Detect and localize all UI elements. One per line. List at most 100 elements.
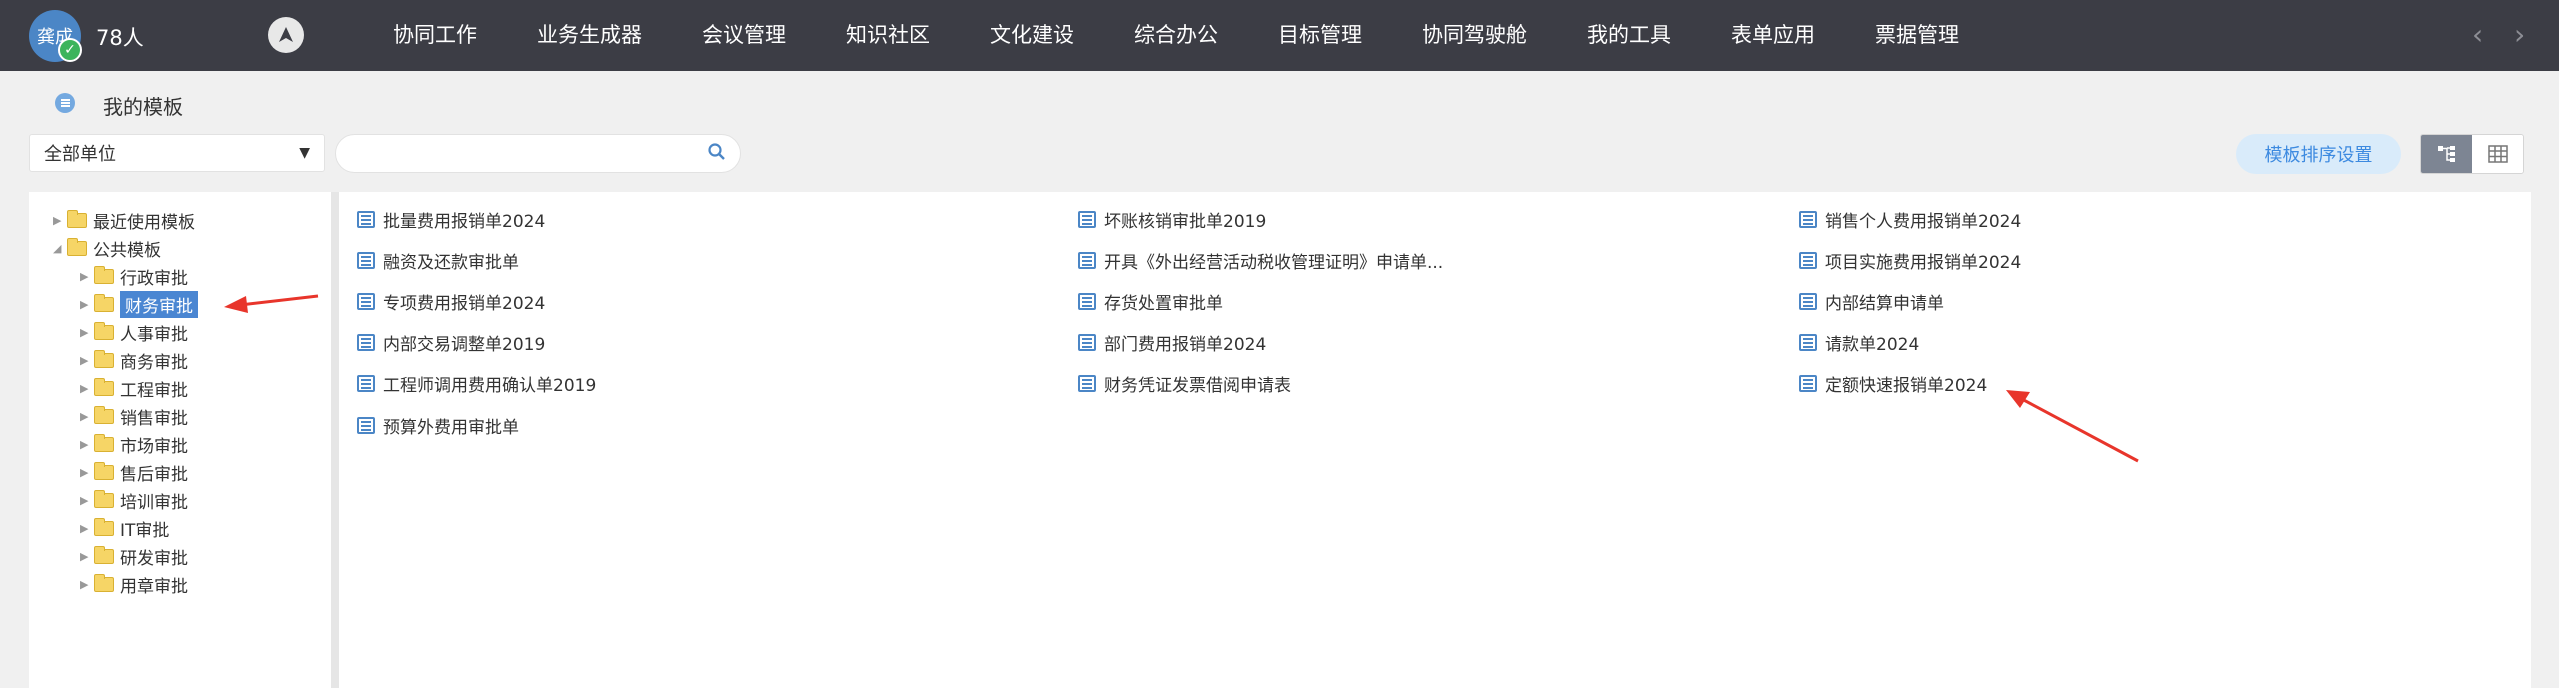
- expand-arrow-icon[interactable]: ▶: [80, 410, 94, 423]
- template-item[interactable]: 财务凭证发票借阅申请表: [1078, 370, 1291, 396]
- folder-open-icon: [67, 237, 87, 256]
- tree-node-after-sales[interactable]: ▶ 售后审批: [80, 459, 188, 485]
- tree-node-business[interactable]: ▶ 商务审批: [80, 347, 188, 373]
- page-title: 我的模板: [103, 95, 183, 119]
- form-icon: [1078, 333, 1096, 351]
- template-tree: ▶ 最近使用模板 ◢ 公共模板 ▶ 行政审批 ▶ 财务审批 ▶ 人事审批 ▶ 商务审批 …: [29, 192, 331, 688]
- tree-node-sales[interactable]: ▶ 销售审批: [80, 403, 188, 429]
- expand-arrow-icon[interactable]: ▶: [80, 298, 94, 311]
- grid-view-icon[interactable]: [2472, 135, 2523, 173]
- tree-node-it[interactable]: ▶ IT审批: [80, 515, 169, 541]
- template-item[interactable]: 内部结算申请单: [1799, 288, 1944, 314]
- template-item[interactable]: 融资及还款审批单: [357, 247, 519, 273]
- nav-item-invoices[interactable]: 票据管理: [1845, 0, 1989, 71]
- template-label: 内部结算申请单: [1825, 293, 1944, 314]
- unit-select-value: 全部单位: [44, 144, 116, 165]
- expand-arrow-icon[interactable]: ▶: [80, 326, 94, 339]
- expand-arrow-icon[interactable]: ▶: [80, 578, 94, 591]
- nav-item-meeting[interactable]: 会议管理: [672, 0, 816, 71]
- nav-item-goals[interactable]: 目标管理: [1248, 0, 1392, 71]
- tree-node-admin[interactable]: ▶ 行政审批: [80, 263, 188, 289]
- tree-node-hr[interactable]: ▶ 人事审批: [80, 319, 188, 345]
- tree-node-marketing[interactable]: ▶ 市场审批: [80, 431, 188, 457]
- template-label: 内部交易调整单2019: [383, 334, 546, 355]
- expand-arrow-icon[interactable]: ▶: [53, 214, 67, 227]
- online-check-icon: ✓: [58, 38, 82, 62]
- tree-node-engineering[interactable]: ▶ 工程审批: [80, 375, 188, 401]
- template-label: 项目实施费用报销单2024: [1825, 252, 2022, 273]
- folder-icon: [94, 573, 114, 592]
- form-icon: [1078, 210, 1096, 228]
- form-icon: [1799, 374, 1817, 392]
- tree-label: 市场审批: [120, 436, 188, 457]
- tree-label: 最近使用模板: [93, 212, 195, 233]
- template-item[interactable]: 销售个人费用报销单2024: [1799, 206, 2021, 232]
- form-icon: [1078, 374, 1096, 392]
- view-toggle: [2420, 134, 2524, 174]
- template-label: 请款单2024: [1825, 334, 1920, 355]
- nav-item-my-tools[interactable]: 我的工具: [1557, 0, 1701, 71]
- template-item[interactable]: 请款单2024: [1799, 329, 1919, 355]
- tree-node-public[interactable]: ◢ 公共模板: [53, 235, 161, 261]
- folder-icon: [94, 321, 114, 340]
- template-item[interactable]: 项目实施费用报销单2024: [1799, 247, 2021, 273]
- tree-node-finance[interactable]: ▶ 财务审批: [80, 290, 198, 318]
- tree-view-icon[interactable]: [2421, 135, 2472, 173]
- nav-item-collab[interactable]: 协同工作: [363, 0, 507, 71]
- tree-label: 工程审批: [120, 380, 188, 401]
- tree-node-training[interactable]: ▶ 培训审批: [80, 487, 188, 513]
- template-item[interactable]: 专项费用报销单2024: [357, 288, 545, 314]
- nav-item-cockpit[interactable]: 协同驾驶舱: [1392, 0, 1557, 71]
- folder-icon: [94, 545, 114, 564]
- template-item[interactable]: 预算外费用审批单: [357, 412, 519, 438]
- template-label: 销售个人费用报销单2024: [1825, 211, 2022, 232]
- template-label: 部门费用报销单2024: [1104, 334, 1267, 355]
- search-icon[interactable]: [708, 143, 726, 166]
- tree-node-rnd[interactable]: ▶ 研发审批: [80, 543, 188, 569]
- nav-prev-arrow-icon[interactable]: ‹: [2472, 18, 2483, 51]
- template-item[interactable]: 部门费用报销单2024: [1078, 329, 1266, 355]
- template-sort-button[interactable]: 模板排序设置: [2236, 134, 2401, 174]
- expand-arrow-icon[interactable]: ▶: [80, 382, 94, 395]
- top-navigation-bar: 龚成 ✓ 78人 协同工作 业务生成器 会议管理 知识社区 文化建设 综合办公 …: [0, 0, 2559, 71]
- nav-next-arrow-icon[interactable]: ›: [2514, 18, 2525, 51]
- form-icon: [357, 333, 375, 351]
- template-label: 融资及还款审批单: [383, 252, 519, 273]
- expand-arrow-icon[interactable]: ▶: [80, 438, 94, 451]
- nav-item-knowledge[interactable]: 知识社区: [816, 0, 960, 71]
- nav-item-biz-builder[interactable]: 业务生成器: [507, 0, 672, 71]
- template-item[interactable]: 定额快速报销单2024: [1799, 370, 1987, 396]
- folder-icon: [94, 433, 114, 452]
- expand-arrow-icon[interactable]: ▶: [80, 354, 94, 367]
- template-item[interactable]: 工程师调用费用确认单2019: [357, 370, 596, 396]
- expand-arrow-icon[interactable]: ▶: [80, 550, 94, 563]
- expand-arrow-icon[interactable]: ▶: [80, 522, 94, 535]
- folder-icon: [94, 517, 114, 536]
- expand-arrow-icon[interactable]: ▶: [80, 270, 94, 283]
- tree-node-seal[interactable]: ▶ 用章审批: [80, 571, 188, 597]
- expand-arrow-icon[interactable]: ▶: [80, 466, 94, 479]
- template-item[interactable]: 批量费用报销单2024: [357, 206, 545, 232]
- splitter-handle[interactable]: [331, 192, 339, 688]
- template-label: 专项费用报销单2024: [383, 293, 546, 314]
- nav-item-forms[interactable]: 表单应用: [1701, 0, 1845, 71]
- search-input[interactable]: [351, 135, 691, 172]
- form-icon: [1799, 251, 1817, 269]
- tree-node-recent[interactable]: ▶ 最近使用模板: [53, 207, 195, 233]
- chevron-down-icon: ▼: [299, 145, 310, 161]
- template-item[interactable]: 内部交易调整单2019: [357, 329, 545, 355]
- expand-arrow-icon[interactable]: ▶: [80, 494, 94, 507]
- template-label: 定额快速报销单2024: [1825, 375, 1988, 396]
- form-icon: [1799, 210, 1817, 228]
- search-box: [335, 134, 741, 173]
- tree-label: 公共模板: [93, 240, 161, 261]
- unit-select[interactable]: 全部单位 ▼: [29, 134, 325, 172]
- template-item[interactable]: 坏账核销审批单2019: [1078, 206, 1266, 232]
- template-item[interactable]: 存货处置审批单: [1078, 288, 1223, 314]
- template-item[interactable]: 开具《外出经营活动税收管理证明》申请单...: [1078, 247, 1443, 273]
- form-icon: [357, 416, 375, 434]
- nav-item-office[interactable]: 综合办公: [1104, 0, 1248, 71]
- nav-item-culture[interactable]: 文化建设: [960, 0, 1104, 71]
- collapse-arrow-icon[interactable]: ◢: [53, 242, 67, 255]
- navigation-compass-icon[interactable]: [268, 17, 304, 53]
